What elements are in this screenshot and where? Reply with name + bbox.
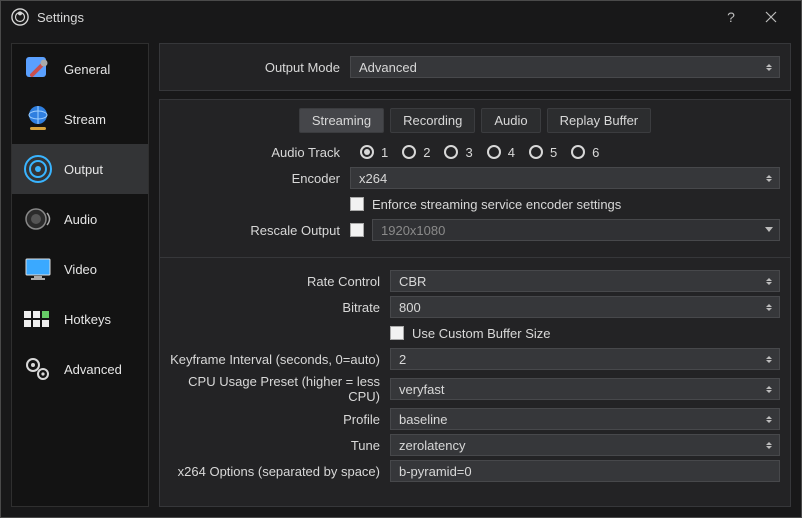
profile-label: Profile bbox=[170, 412, 390, 427]
rescale-output-label: Rescale Output bbox=[170, 223, 350, 238]
titlebar: Settings ? bbox=[1, 1, 801, 33]
broadcast-icon bbox=[22, 153, 54, 185]
help-button[interactable]: ? bbox=[711, 2, 751, 32]
encoder-select[interactable]: x264 bbox=[350, 167, 780, 189]
audio-track-radio-1[interactable] bbox=[360, 145, 374, 159]
updown-icon bbox=[762, 59, 776, 75]
updown-icon bbox=[762, 381, 776, 397]
output-mode-select[interactable]: Advanced bbox=[350, 56, 780, 78]
tune-label: Tune bbox=[170, 438, 390, 453]
custom-buffer-checkbox[interactable] bbox=[390, 326, 404, 340]
tab-audio[interactable]: Audio bbox=[481, 108, 540, 133]
output-mode-value: Advanced bbox=[359, 60, 417, 75]
monitor-icon bbox=[22, 253, 54, 285]
spinner-icon[interactable] bbox=[762, 299, 776, 315]
sidebar-item-label: Output bbox=[64, 162, 103, 177]
sidebar-item-label: Audio bbox=[64, 212, 97, 227]
rate-control-label: Rate Control bbox=[170, 274, 390, 289]
sidebar-item-advanced[interactable]: Advanced bbox=[12, 344, 148, 394]
profile-select[interactable]: baseline bbox=[390, 408, 780, 430]
tabs: Streaming Recording Audio Replay Buffer bbox=[170, 108, 780, 133]
wrench-icon bbox=[22, 53, 54, 85]
speaker-icon bbox=[22, 203, 54, 235]
streaming-panel: Streaming Recording Audio Replay Buffer … bbox=[159, 99, 791, 507]
updown-icon bbox=[762, 437, 776, 453]
sidebar-item-video[interactable]: Video bbox=[12, 244, 148, 294]
tab-replay-buffer[interactable]: Replay Buffer bbox=[547, 108, 652, 133]
sidebar-item-label: Hotkeys bbox=[64, 312, 111, 327]
rescale-select[interactable]: 1920x1080 bbox=[372, 219, 780, 241]
sidebar-item-label: Stream bbox=[64, 112, 106, 127]
enforce-label: Enforce streaming service encoder settin… bbox=[372, 197, 621, 212]
audio-track-group: 1 2 3 4 5 6 bbox=[350, 145, 780, 160]
sidebar-item-audio[interactable]: Audio bbox=[12, 194, 148, 244]
cpu-preset-label: CPU Usage Preset (higher = less CPU) bbox=[170, 374, 390, 404]
keyframe-input[interactable]: 2 bbox=[390, 348, 780, 370]
audio-track-radio-5[interactable] bbox=[529, 145, 543, 159]
x264-options-input[interactable]: b-pyramid=0 bbox=[390, 460, 780, 482]
sidebar-item-label: Video bbox=[64, 262, 97, 277]
audio-track-radio-6[interactable] bbox=[571, 145, 585, 159]
settings-window: Settings ? General Stream Output Audio bbox=[0, 0, 802, 518]
globe-icon bbox=[22, 103, 54, 135]
bitrate-label: Bitrate bbox=[170, 300, 390, 315]
content-area: Output Mode Advanced Streaming Recording… bbox=[159, 43, 791, 507]
chevron-down-icon bbox=[765, 227, 773, 232]
gears-icon bbox=[22, 353, 54, 385]
output-mode-label: Output Mode bbox=[170, 60, 350, 75]
sidebar-item-stream[interactable]: Stream bbox=[12, 94, 148, 144]
close-button[interactable] bbox=[751, 2, 791, 32]
audio-track-label: Audio Track bbox=[170, 145, 350, 160]
sidebar-item-hotkeys[interactable]: Hotkeys bbox=[12, 294, 148, 344]
cpu-preset-select[interactable]: veryfast bbox=[390, 378, 780, 400]
tune-select[interactable]: zerolatency bbox=[390, 434, 780, 456]
sidebar-item-general[interactable]: General bbox=[12, 44, 148, 94]
sidebar: General Stream Output Audio Video Hotkey… bbox=[11, 43, 149, 507]
rate-control-select[interactable]: CBR bbox=[390, 270, 780, 292]
sidebar-item-output[interactable]: Output bbox=[12, 144, 148, 194]
keyframe-label: Keyframe Interval (seconds, 0=auto) bbox=[170, 352, 390, 367]
x264-options-label: x264 Options (separated by space) bbox=[170, 464, 390, 479]
sidebar-item-label: General bbox=[64, 62, 110, 77]
updown-icon bbox=[762, 273, 776, 289]
updown-icon bbox=[762, 170, 776, 186]
obs-app-icon bbox=[11, 8, 29, 26]
output-mode-panel: Output Mode Advanced bbox=[159, 43, 791, 91]
audio-track-radio-4[interactable] bbox=[487, 145, 501, 159]
rescale-checkbox[interactable] bbox=[350, 223, 364, 237]
window-title: Settings bbox=[37, 10, 711, 25]
spinner-icon[interactable] bbox=[762, 351, 776, 367]
audio-track-radio-2[interactable] bbox=[402, 145, 416, 159]
updown-icon bbox=[762, 411, 776, 427]
audio-track-radio-3[interactable] bbox=[444, 145, 458, 159]
bitrate-input[interactable]: 800 bbox=[390, 296, 780, 318]
sidebar-item-label: Advanced bbox=[64, 362, 122, 377]
tab-streaming[interactable]: Streaming bbox=[299, 108, 384, 133]
body: General Stream Output Audio Video Hotkey… bbox=[1, 33, 801, 517]
encoder-label: Encoder bbox=[170, 171, 350, 186]
keyboard-icon bbox=[22, 303, 54, 335]
enforce-checkbox[interactable] bbox=[350, 197, 364, 211]
tab-recording[interactable]: Recording bbox=[390, 108, 475, 133]
custom-buffer-label: Use Custom Buffer Size bbox=[412, 326, 550, 341]
